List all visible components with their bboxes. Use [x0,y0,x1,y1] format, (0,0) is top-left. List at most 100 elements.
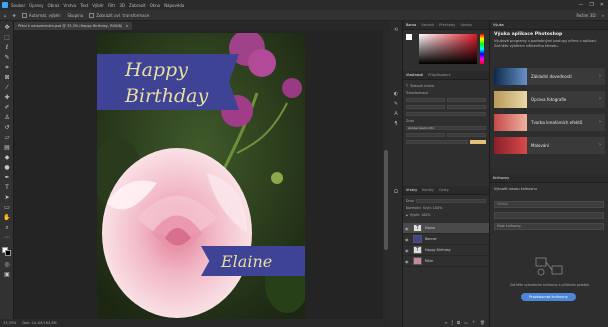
link-icon[interactable]: ∞ [444,320,447,325]
menu-item[interactable]: Zobrazit [129,3,146,8]
library-filter-input[interactable] [494,212,604,219]
font-family-select[interactable]: Adobe Caslon Pro [406,125,486,130]
library-search-input[interactable]: Hledat [494,201,604,208]
search-icon[interactable]: ⌕ [602,13,604,18]
type-tool-icon[interactable]: T [3,184,11,192]
healing-tool-icon[interactable]: ✚ [3,94,11,102]
opacity-field[interactable]: Krytí: 100% [423,206,442,210]
zoom-readout[interactable]: 33,33% [3,321,16,325]
learn-item[interactable]: Malování › [494,137,605,154]
learn-item[interactable]: Oprava fotografie › [494,91,605,108]
close-icon[interactable]: ✕ [600,2,604,8]
learn-item[interactable]: Tvorba kreativních efektů › [494,114,605,131]
menu-item[interactable]: Text [80,3,88,8]
eye-icon[interactable]: ◉ [405,248,410,253]
layer-row[interactable]: ◉ Banner [403,234,489,245]
menu-item[interactable]: Filtr [108,3,115,8]
tab-patterns[interactable]: Vzorky [460,23,472,27]
y-field[interactable] [447,104,486,109]
lasso-tool-icon[interactable]: ℓ [3,44,11,52]
tab-gradients[interactable]: Přechody [439,23,455,27]
fx-icon[interactable]: ƒ [452,320,453,325]
move-tool-icon[interactable]: ✥ [13,13,16,18]
document-canvas[interactable]: Happy Birthday Elaine [97,33,305,324]
tab-learn[interactable]: Výuka [493,23,504,27]
tracking-field[interactable] [406,139,468,144]
tab-layers[interactable]: Vrstvy [406,188,417,192]
gradient-tool-icon[interactable]: ▤ [3,144,11,152]
lock-icon[interactable]: 🔒︎ [406,213,408,217]
scrollbar-thumb[interactable] [384,150,388,250]
quick-select-tool-icon[interactable]: ✎ [3,54,11,62]
zoom-tool-icon[interactable]: ⌕ [3,224,11,232]
pen-tool-icon[interactable]: ✒ [3,174,11,182]
path-select-tool-icon[interactable]: ➤ [3,194,11,202]
auto-select-checkbox[interactable] [21,12,27,18]
screen-mode-icon[interactable]: ▣ [3,271,11,279]
my-libraries-select[interactable]: Moje knihovny [494,223,604,230]
layer-row[interactable]: ◉ T Happy Birthday [403,245,489,256]
angle-field[interactable] [406,111,486,116]
character-icon[interactable]: A [392,111,400,118]
height-field[interactable] [406,104,445,109]
fg-color-chip[interactable] [406,34,412,40]
layer-row[interactable]: ◉ Růže [403,256,489,267]
explore-libraries-button[interactable]: Prozkoumat knihovny [521,293,576,301]
background-color-swatch[interactable] [5,250,11,256]
tab-swatches[interactable]: Vzorník [421,23,434,27]
marquee-tool-icon[interactable]: ⬚ [3,34,11,42]
eye-icon[interactable]: ◉ [405,226,410,231]
text-color-swatch[interactable] [470,139,486,144]
tab-paths[interactable]: Cesty [439,188,449,192]
menu-item[interactable]: Okno [150,3,160,8]
brush-settings-icon[interactable]: ✎ [392,101,400,108]
x-field[interactable] [447,97,486,102]
hand-tool-icon[interactable]: ✋ [3,214,11,222]
blur-tool-icon[interactable]: ◆ [3,154,11,162]
minimize-icon[interactable]: — [578,2,583,8]
shape-tool-icon[interactable]: ▭ [3,204,11,212]
tab-properties[interactable]: Vlastnosti [406,73,423,77]
dodge-tool-icon[interactable]: ● [3,164,11,172]
history-brush-icon[interactable]: ↺ [3,124,11,132]
mask-icon[interactable]: ◘ [457,320,460,325]
layer-row[interactable]: ◉ T Elaine [403,223,489,234]
fill-field[interactable]: Výplň: 100% [410,213,431,217]
close-tab-icon[interactable]: × [125,24,128,28]
new-layer-icon[interactable]: ＋ [472,319,476,325]
more-tools-icon[interactable]: ⋯ [3,234,11,242]
font-size-field[interactable] [406,132,445,137]
filter-field[interactable] [416,198,486,203]
tab-color[interactable]: Barva [406,23,416,27]
tab-channels[interactable]: Kanály [422,188,434,192]
frame-tool-icon[interactable]: ⊠ [3,74,11,82]
menu-item[interactable]: Obraz [47,3,59,8]
history-icon[interactable]: ⟲ [392,27,400,34]
menu-item[interactable]: 3D [119,3,125,8]
eyedropper-tool-icon[interactable]: ⁄ [3,84,11,92]
stamp-tool-icon[interactable]: ♙ [3,114,11,122]
layer-kind-filter[interactable]: Druh [406,199,414,203]
trash-icon[interactable]: 🗑︎ [480,320,485,325]
new-group-icon[interactable]: ▭ [464,320,468,325]
menu-item[interactable]: Nápověda [164,3,184,8]
transform-checkbox[interactable] [89,12,95,18]
tab-adjustments[interactable]: Přizpůsobení [428,73,450,77]
menu-item[interactable]: Soubor [11,3,25,8]
blend-mode-select[interactable]: Normální [406,206,421,210]
glyphs-icon[interactable]: Ω [392,189,400,196]
tab-libraries[interactable]: Knihovny [493,176,509,180]
width-field[interactable] [406,97,445,102]
eye-icon[interactable]: ◉ [405,237,410,242]
menu-item[interactable]: Úpravy [29,3,43,8]
menu-item[interactable]: Vrstva [63,3,76,8]
home-icon[interactable]: ⌂ [4,13,7,18]
brush-tool-icon[interactable]: ✐ [3,104,11,112]
maximize-icon[interactable]: ❐ [589,2,593,8]
document-tab[interactable]: Přání k narozeninám.psd @ 33,3% (Happy B… [14,22,133,30]
color-picker-field[interactable] [419,34,477,64]
menu-item[interactable]: Výběr [92,3,104,8]
eraser-tool-icon[interactable]: ▱ [3,134,11,142]
auto-select-dropdown[interactable]: Skupina [67,13,83,18]
learn-item[interactable]: Základní dovednosti › [494,68,605,85]
